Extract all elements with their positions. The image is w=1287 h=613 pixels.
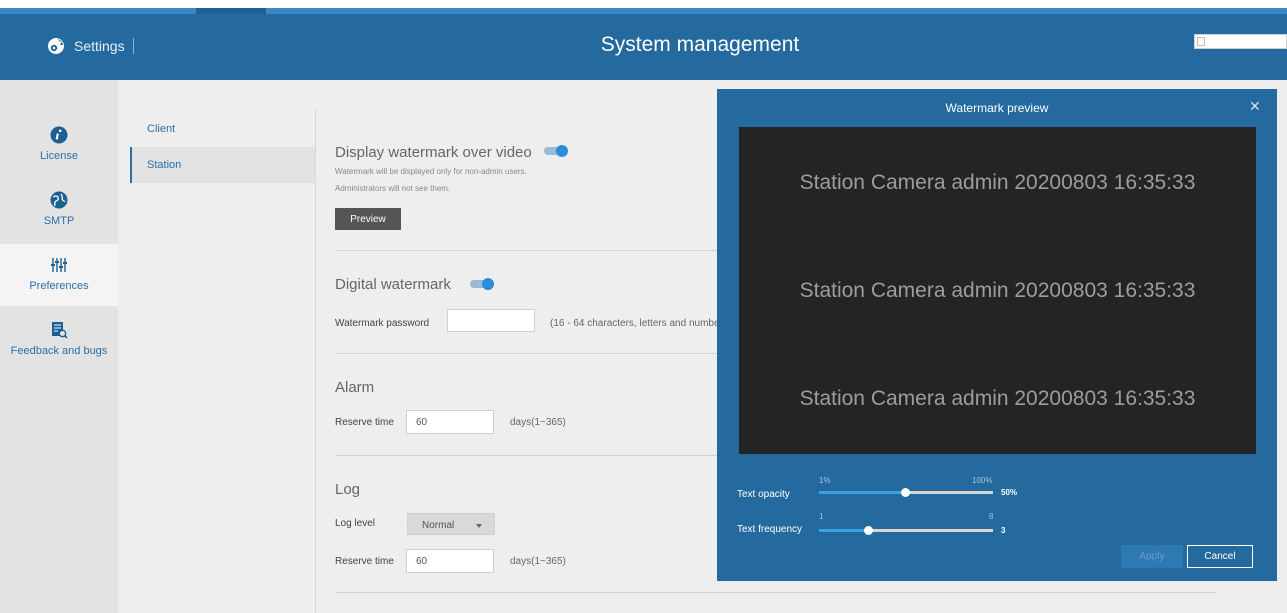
section-divider xyxy=(335,353,717,354)
nav-item-label: SMTP xyxy=(43,215,75,227)
alarm-reserve-label: Reserve time xyxy=(335,417,394,428)
section-divider xyxy=(335,250,717,251)
preview-button[interactable]: Preview xyxy=(335,208,401,230)
opacity-max-label: 100% xyxy=(972,476,993,485)
opacity-min-label: 1% xyxy=(819,476,831,485)
section-divider xyxy=(335,592,1217,593)
alarm-reserve-unit: days(1~365) xyxy=(510,417,566,428)
subnav-item-station[interactable]: Station xyxy=(130,147,315,183)
search-field-icon xyxy=(1197,37,1205,46)
log-level-select[interactable]: Normal xyxy=(407,513,495,535)
watermark-password-label: Watermark password xyxy=(335,318,430,329)
digital-watermark-title: Digital watermark xyxy=(335,276,451,293)
header-bar: Settings System management xyxy=(0,14,1287,80)
page-title: System management xyxy=(600,33,800,56)
watermark-preview-dialog: Watermark preview ✕ Station Camera admin… xyxy=(717,89,1277,581)
frequency-slider-track[interactable] xyxy=(819,529,993,532)
nav-item-label: License xyxy=(40,150,78,162)
log-reserve-input[interactable] xyxy=(406,549,494,573)
frequency-label: Text frequency xyxy=(737,524,803,535)
subnav-item-client[interactable]: Client xyxy=(130,111,315,147)
close-icon[interactable]: ✕ xyxy=(1249,99,1261,113)
globe-icon xyxy=(50,191,68,209)
display-watermark-toggle[interactable] xyxy=(544,145,568,157)
sub-nav: Client Station xyxy=(118,80,315,613)
watermark-text: Station Camera admin 20200803 16:35:33 xyxy=(799,387,1196,410)
password-hint: (16 - 64 characters, letters and numbe xyxy=(550,318,720,329)
frequency-min-label: 1 xyxy=(819,512,824,521)
log-reserve-unit: days(1~365) xyxy=(510,556,566,567)
watermark-note-2: Administrators will not see them. xyxy=(335,184,451,193)
watermark-password-input[interactable] xyxy=(447,309,535,332)
log-title: Log xyxy=(335,481,361,498)
nav-item-smtp[interactable]: SMTP xyxy=(0,179,118,241)
frequency-max-label: 8 xyxy=(989,512,994,521)
nav-item-label: Preferences xyxy=(29,280,89,292)
log-level-label: Log level xyxy=(335,518,376,529)
frequency-slider-thumb[interactable] xyxy=(864,526,874,535)
digital-watermark-toggle[interactable] xyxy=(470,278,494,290)
nav-item-preferences[interactable]: Preferences xyxy=(0,244,118,306)
toggle-knob xyxy=(556,145,568,157)
log-reserve-label: Reserve time xyxy=(335,556,394,567)
nav-item-license[interactable]: License xyxy=(0,114,118,176)
watermark-text: Station Camera admin 20200803 16:35:33 xyxy=(799,171,1196,194)
apply-button[interactable]: Apply xyxy=(1121,545,1183,568)
opacity-label: Text opacity xyxy=(737,489,790,500)
log-level-value: Normal xyxy=(422,520,455,531)
left-nav: License SMTP Preferences Feedback and bu… xyxy=(0,80,118,613)
nav-item-label: Feedback and bugs xyxy=(10,345,108,357)
dialog-title: Watermark preview xyxy=(945,101,1049,115)
top-strip xyxy=(0,0,1287,14)
frequency-value: 3 xyxy=(1001,526,1006,535)
alarm-title: Alarm xyxy=(335,379,375,396)
opacity-value: 50% xyxy=(1001,488,1018,497)
frequency-slider-fill xyxy=(819,529,869,532)
nav-item-feedback[interactable]: Feedback and bugs xyxy=(0,309,118,371)
watermark-preview-area: Station Camera admin 20200803 16:35:33 S… xyxy=(739,127,1256,454)
section-divider xyxy=(335,455,717,456)
sliders-icon xyxy=(51,258,67,272)
content-divider xyxy=(315,110,316,613)
opacity-slider-fill xyxy=(819,491,906,494)
display-watermark-title: Display watermark over video xyxy=(335,144,532,161)
toggle-knob xyxy=(482,278,494,290)
alarm-reserve-input[interactable] xyxy=(406,410,494,434)
watermark-text: Station Camera admin 20200803 16:35:33 xyxy=(799,279,1196,302)
watermark-note-1: Watermark will be displayed only for non… xyxy=(335,167,527,176)
info-icon xyxy=(50,126,68,144)
opacity-slider-thumb[interactable] xyxy=(900,488,910,497)
search-input[interactable] xyxy=(1194,34,1287,49)
cancel-button[interactable]: Cancel xyxy=(1187,545,1253,568)
feedback-icon xyxy=(52,322,68,339)
chevron-down-icon xyxy=(476,524,482,528)
